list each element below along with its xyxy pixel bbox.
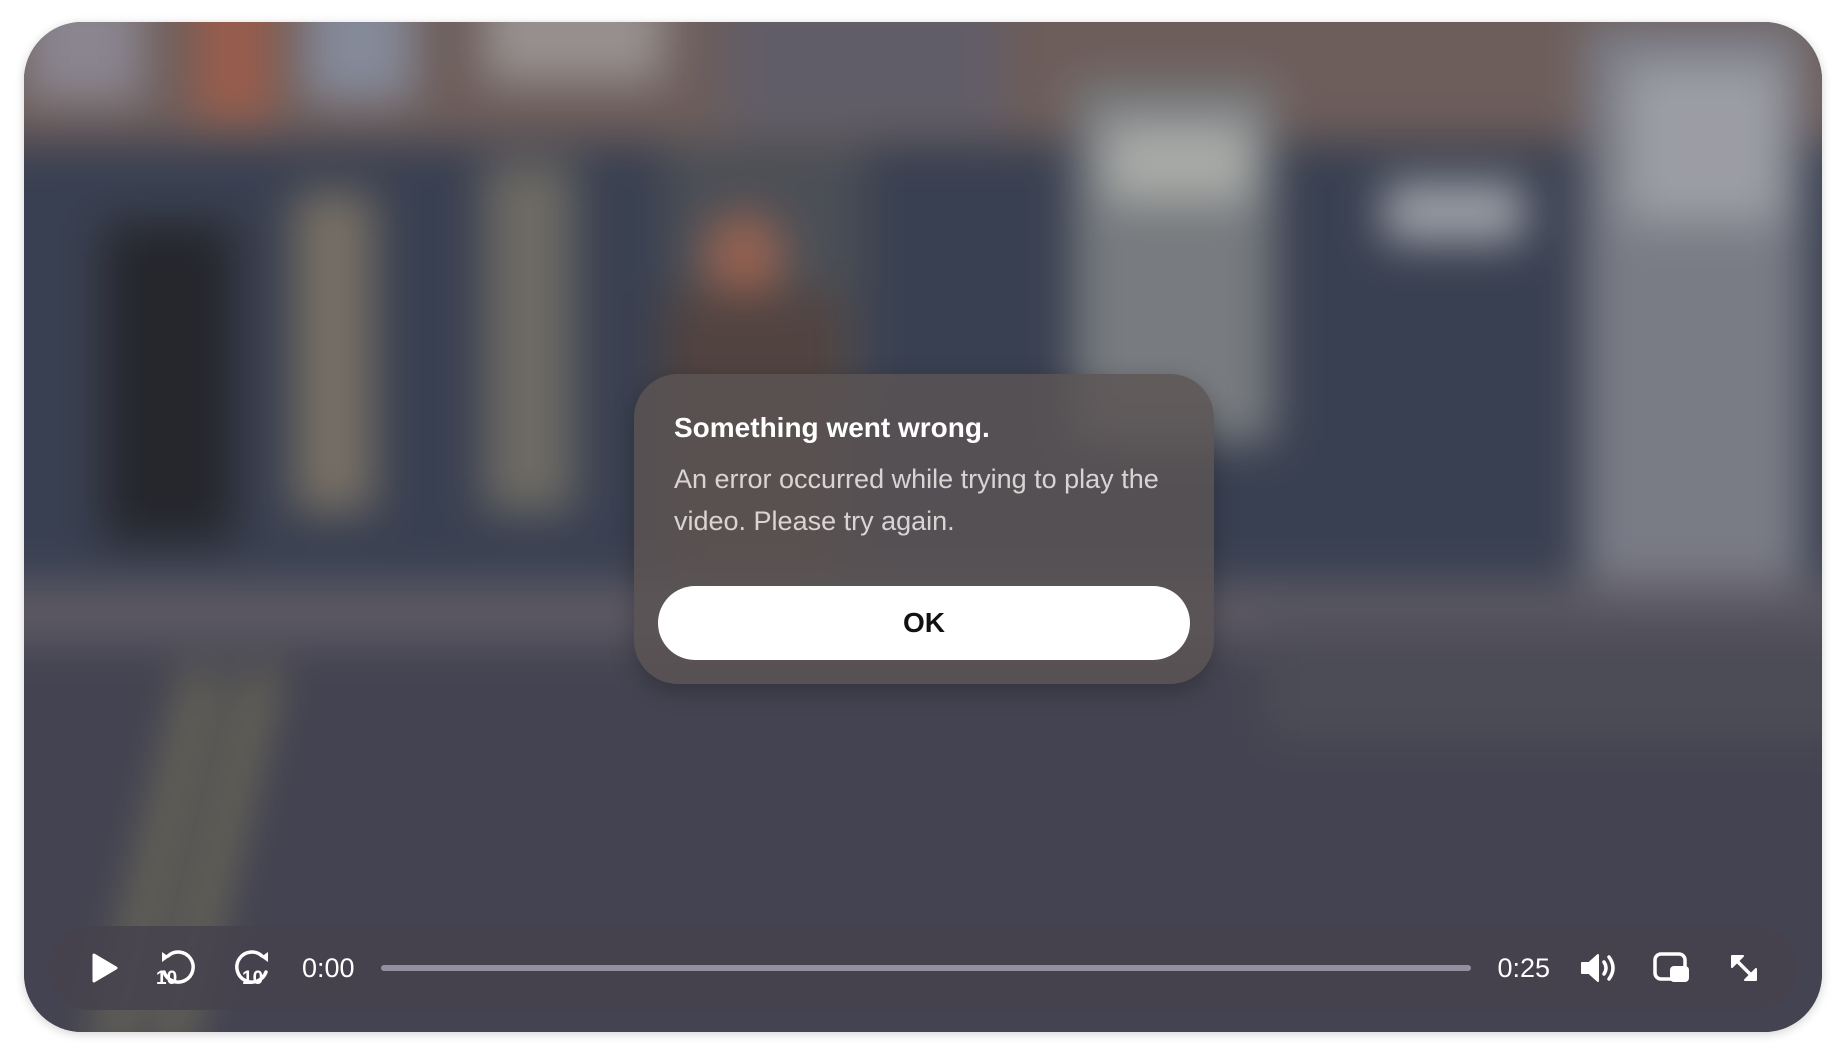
volume-icon xyxy=(1581,954,1615,982)
video-player[interactable]: Something went wrong. An error occurred … xyxy=(24,22,1822,1032)
forward-10-button[interactable]: 10 xyxy=(222,938,282,998)
play-button[interactable] xyxy=(74,938,134,998)
forward-seconds: 10 xyxy=(242,968,264,989)
picture-in-picture-button[interactable] xyxy=(1642,938,1702,998)
error-title: Something went wrong. xyxy=(674,412,990,443)
control-bar: 10 10 0:00 0:25 xyxy=(48,926,1798,1010)
error-message: An error occurred while trying to play t… xyxy=(674,464,1159,536)
rewind-seconds: 10 xyxy=(156,968,178,989)
current-time: 0:00 xyxy=(302,952,355,983)
error-dialog: Something went wrong. An error occurred … xyxy=(634,374,1214,684)
play-icon xyxy=(92,953,118,983)
fullscreen-icon xyxy=(1731,955,1757,981)
volume-button[interactable] xyxy=(1570,938,1630,998)
fullscreen-button[interactable] xyxy=(1714,938,1774,998)
picture-in-picture-icon xyxy=(1653,952,1689,982)
duration: 0:25 xyxy=(1497,952,1550,983)
seek-bar[interactable] xyxy=(380,965,1472,971)
ok-button[interactable]: OK xyxy=(658,586,1190,660)
rewind-10-button[interactable]: 10 xyxy=(148,938,208,998)
